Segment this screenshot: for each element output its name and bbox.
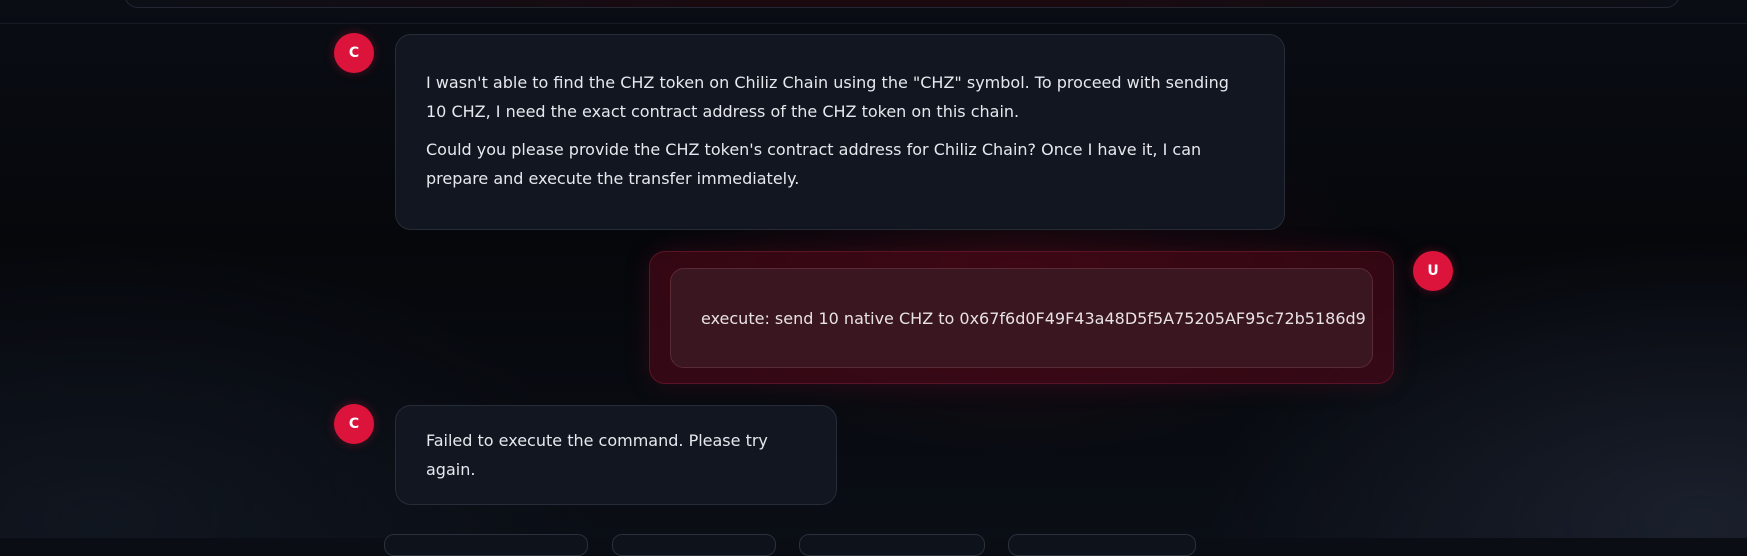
assistant-error-message-bubble: Failed to execute the command. Please tr…: [395, 405, 837, 505]
user-message-container: execute: send 10 native CHZ to 0x67f6d0F…: [649, 251, 1394, 384]
assistant-message-bubble: I wasn't able to find the CHZ token on C…: [395, 34, 1285, 230]
user-avatar: U: [1413, 251, 1453, 291]
error-message-text: Failed to execute the command. Please tr…: [426, 431, 768, 479]
message-paragraph: Could you please provide the CHZ token's…: [426, 140, 1202, 188]
user-message-bubble: execute: send 10 native CHZ to 0x67f6d0F…: [670, 268, 1373, 368]
message-paragraph: I wasn't able to find the CHZ token on C…: [426, 73, 1229, 121]
suggestion-pill[interactable]: [799, 534, 985, 556]
divider: [0, 23, 1747, 24]
assistant-avatar: C: [334, 33, 374, 73]
assistant-avatar-letter: C: [348, 416, 360, 432]
suggestion-pill[interactable]: [612, 534, 776, 556]
user-message-text: execute: send 10 native CHZ to 0x67f6d0F…: [701, 308, 1366, 328]
assistant-avatar: C: [334, 404, 374, 444]
assistant-avatar-letter: C: [348, 45, 360, 61]
previous-message-panel: [124, 0, 1680, 8]
suggestion-pill[interactable]: [384, 534, 588, 556]
user-avatar-letter: U: [1427, 263, 1439, 279]
suggestion-pill[interactable]: [1008, 534, 1196, 556]
